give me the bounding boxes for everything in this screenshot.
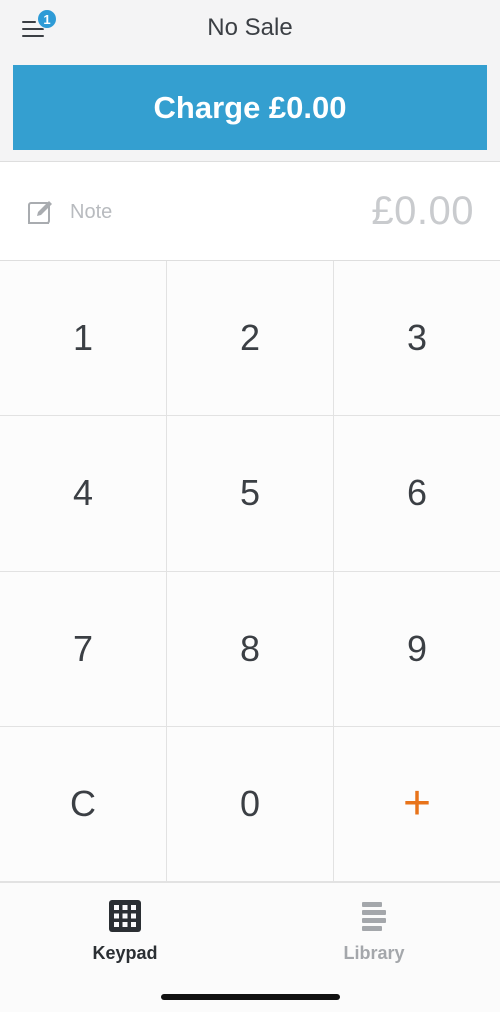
note-row: Note £0.00 bbox=[0, 163, 500, 261]
key-4[interactable]: 4 bbox=[0, 416, 167, 572]
library-list-icon bbox=[362, 902, 386, 931]
key-5[interactable]: 5 bbox=[167, 416, 334, 572]
key-1[interactable]: 1 bbox=[0, 261, 167, 417]
add-item-key[interactable]: + bbox=[334, 726, 500, 882]
keypad-grid-icon bbox=[109, 900, 141, 932]
charge-button[interactable]: Charge £0.00 bbox=[13, 65, 487, 150]
key-3[interactable]: 3 bbox=[334, 261, 500, 417]
note-label: Note bbox=[70, 200, 113, 223]
amount-display: £0.00 bbox=[371, 189, 474, 233]
key-6[interactable]: 6 bbox=[334, 416, 500, 572]
key-8[interactable]: 8 bbox=[167, 571, 334, 727]
key-0[interactable]: 0 bbox=[167, 726, 334, 882]
tab-keypad[interactable]: Keypad bbox=[60, 899, 190, 969]
tab-bar: Keypad Library bbox=[0, 882, 500, 1012]
header: 1 No Sale Charge £0.00 bbox=[0, 0, 500, 162]
tab-library[interactable]: Library bbox=[309, 899, 439, 969]
keypad: 1 2 3 4 5 6 7 8 9 C 0 + bbox=[0, 261, 500, 882]
tab-keypad-label: Keypad bbox=[92, 943, 158, 963]
key-7[interactable]: 7 bbox=[0, 571, 167, 727]
clear-key[interactable]: C bbox=[0, 726, 167, 882]
edit-note-icon bbox=[28, 201, 52, 224]
key-2[interactable]: 2 bbox=[167, 261, 334, 417]
home-indicator bbox=[161, 994, 340, 1000]
key-9[interactable]: 9 bbox=[334, 571, 500, 727]
add-note-button[interactable]: Note bbox=[26, 194, 112, 230]
page-title: No Sale bbox=[207, 14, 293, 41]
tab-library-label: Library bbox=[343, 943, 405, 963]
